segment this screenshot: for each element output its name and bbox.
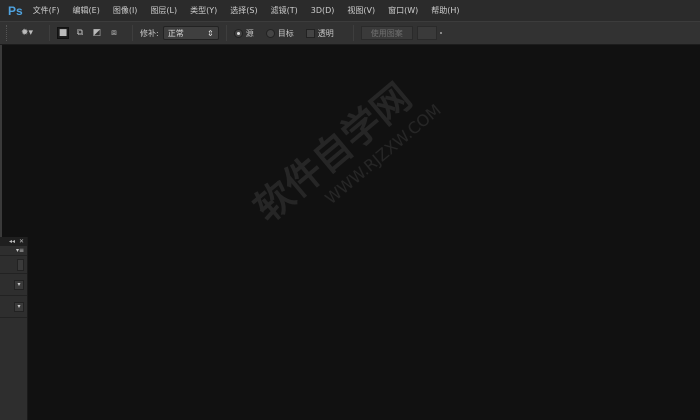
intersect-selection-icon[interactable]: ⧈ <box>108 27 120 39</box>
patch-mode-value: 正常 <box>167 28 184 38</box>
panel-menu-icon[interactable]: ▾≡ <box>16 247 24 254</box>
menu-edit[interactable]: 编辑(E) <box>73 5 100 16</box>
menu-view[interactable]: 视图(V) <box>347 5 375 16</box>
watermark-url: WWW.RJZXW.COM <box>321 100 445 209</box>
photoshop-logo: Ps <box>8 3 23 18</box>
menu-help[interactable]: 帮助(H) <box>431 5 459 16</box>
dropdown-icon[interactable]: ▾ <box>14 279 24 290</box>
radio-icon <box>265 28 275 38</box>
menu-select[interactable]: 选择(S) <box>230 5 257 16</box>
patch-tool-preset-icon[interactable]: ✹▾ <box>17 27 37 39</box>
add-selection-icon[interactable]: ⧉ <box>74 27 86 39</box>
target-radio[interactable]: 目标 <box>265 28 294 39</box>
panel-row: ▾ <box>0 296 27 318</box>
transparent-label: 透明 <box>317 28 334 38</box>
options-grip[interactable] <box>6 25 9 41</box>
divider <box>352 25 354 41</box>
checkbox-icon <box>305 28 315 38</box>
new-selection-icon[interactable]: ■ <box>57 27 69 39</box>
close-icon[interactable]: ✕ <box>19 238 24 245</box>
collapse-icon[interactable]: ◂◂ <box>9 238 15 245</box>
radio-icon <box>233 28 243 38</box>
menu-image[interactable]: 图像(I) <box>113 5 138 16</box>
panel-header: ◂◂ ✕ <box>0 237 27 246</box>
panel-menu-row: ▾≡ <box>0 246 27 256</box>
menu-window[interactable]: 窗口(W) <box>388 5 418 16</box>
dropdown-icon[interactable]: ▾ <box>14 301 24 312</box>
select-arrows-icon: ⇕ <box>207 28 214 38</box>
menu-bar: Ps 文件(F) 编辑(E) 图像(I) 图层(L) 类型(Y) 选择(S) 滤… <box>0 0 700 21</box>
subtract-selection-icon[interactable]: ◩ <box>91 27 103 39</box>
collapsed-panel: ◂◂ ✕ ▾≡ ▾ ▾ <box>0 237 28 420</box>
watermark-text: 软件自学网 <box>245 74 420 231</box>
menu-file[interactable]: 文件(F) <box>33 5 60 16</box>
patch-label: 修补: <box>140 28 159 38</box>
transparent-checkbox[interactable]: 透明 <box>305 28 334 39</box>
pattern-picker[interactable] <box>416 26 442 40</box>
target-label: 目标 <box>277 28 294 38</box>
menu-type[interactable]: 类型(Y) <box>190 5 217 16</box>
panel-row: ▾ <box>0 274 27 296</box>
panel-row <box>0 256 27 274</box>
source-radio[interactable]: 源 <box>233 28 254 39</box>
source-label: 源 <box>245 28 254 38</box>
divider <box>49 25 50 41</box>
menu-layer[interactable]: 图层(L) <box>150 5 177 16</box>
use-pattern-button[interactable]: 使用图案 <box>360 26 413 40</box>
menu-filter[interactable]: 滤镜(T) <box>271 5 298 16</box>
left-edge <box>0 45 2 238</box>
scroll-thumb[interactable] <box>17 258 24 271</box>
divider <box>132 25 133 41</box>
menu-3d[interactable]: 3D(D) <box>311 6 335 15</box>
watermark: 软件自学网 WWW.RJZXW.COM <box>240 58 445 247</box>
options-bar: ✹▾ ■ ⧉ ◩ ⧈ 修补: 正常 ⇕ 源 目标 透明 使用图案 <box>0 21 700 45</box>
divider <box>225 25 227 41</box>
patch-mode-select[interactable]: 正常 ⇕ <box>162 26 219 40</box>
